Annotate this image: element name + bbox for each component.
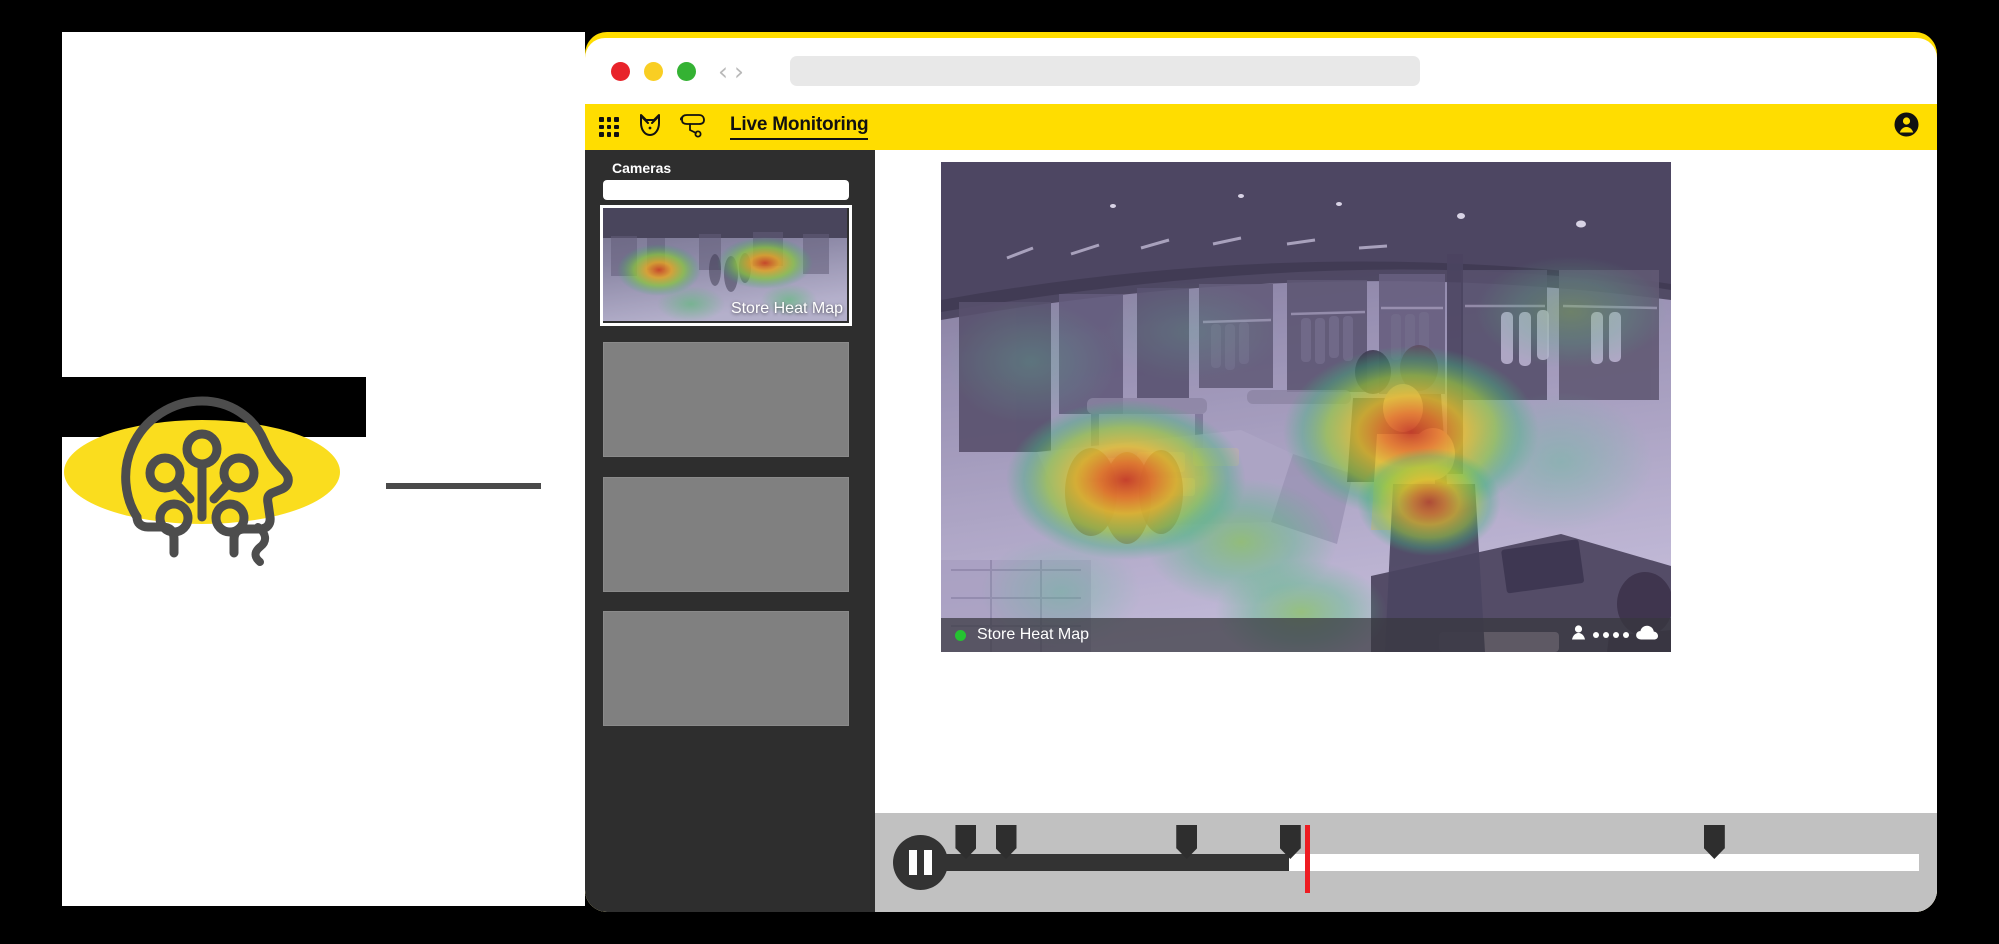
left-panel-right — [366, 377, 585, 437]
owl-logo-icon[interactable] — [637, 112, 663, 143]
timeline-progress — [942, 854, 1289, 871]
brand-divider — [386, 483, 541, 489]
browser-window: ‹ › Live Monitoring Cameras Store Heat M… — [585, 32, 1937, 912]
camera-sidebar: Cameras Store Heat Map — [585, 150, 875, 912]
person-icon — [1570, 624, 1587, 646]
sidebar-camera-label-1: Store Heat Map — [730, 300, 843, 317]
sidebar-title: Cameras — [612, 160, 672, 176]
timeline-track[interactable] — [942, 825, 1919, 893]
apps-grid-icon[interactable] — [598, 116, 620, 138]
browser-chrome: ‹ › — [585, 38, 1937, 104]
app-nav-icons — [598, 112, 708, 143]
cctv-camera-icon[interactable] — [679, 112, 708, 143]
app-navbar: Live Monitoring — [585, 104, 1937, 150]
account-avatar-icon[interactable] — [1893, 111, 1920, 143]
close-window-button[interactable] — [611, 61, 630, 81]
main-view: Store Heat Map — [875, 150, 1937, 912]
screenshot-root: ‹ › Live Monitoring Cameras Store Heat M… — [0, 0, 1999, 944]
cloud-icon — [1635, 625, 1659, 646]
browser-nav-arrows: ‹ › — [718, 59, 744, 84]
sidebar-camera-item-2[interactable] — [603, 342, 849, 457]
heatmap-video-scene — [941, 162, 1671, 652]
video-stream-label: Store Heat Map — [977, 626, 1090, 643]
left-panel-top — [62, 32, 585, 377]
minimize-window-button[interactable] — [644, 61, 663, 81]
app-body: Cameras Store Heat Map Store Heat Map — [585, 150, 1937, 912]
sidebar-camera-item-1[interactable]: Store Heat Map — [600, 205, 852, 326]
video-overlay-bar: Store Heat Map — [941, 618, 1671, 652]
maximize-window-button[interactable] — [677, 61, 696, 81]
sidebar-camera-item-3[interactable] — [603, 477, 849, 592]
live-status-dot — [955, 629, 966, 641]
sidebar-camera-item-4[interactable] — [603, 611, 849, 726]
forward-icon[interactable]: › — [734, 59, 744, 84]
timeline-playhead[interactable] — [1305, 825, 1311, 893]
brand-logo — [62, 377, 366, 567]
ai-head-circuit-logo — [64, 396, 340, 566]
camera-search-input[interactable] — [603, 180, 849, 200]
timeline-bar — [875, 813, 1937, 912]
back-icon[interactable]: ‹ — [718, 59, 728, 84]
video-status-icons — [1570, 624, 1659, 646]
address-bar[interactable] — [790, 56, 1420, 86]
window-traffic-lights — [611, 61, 696, 81]
video-player[interactable]: Store Heat Map — [941, 162, 1671, 652]
signal-dots-icon — [1593, 632, 1629, 638]
pause-button[interactable] — [893, 835, 948, 890]
page-title: Live Monitoring — [730, 114, 869, 140]
